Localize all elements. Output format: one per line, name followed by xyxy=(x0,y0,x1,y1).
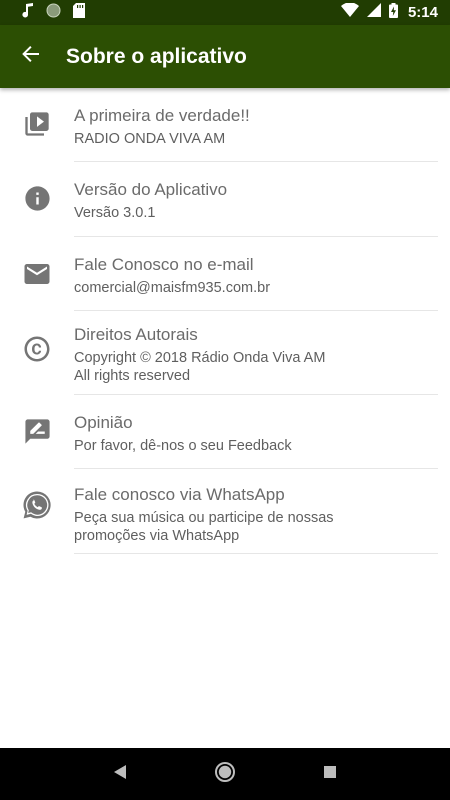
video-library-icon xyxy=(23,110,51,162)
signal-icon xyxy=(366,3,381,22)
item-title: Direitos Autorais xyxy=(74,325,198,344)
sd-card-icon xyxy=(73,2,85,23)
about-list: A primeira de verdade!! RADIO ONDA VIVA … xyxy=(0,88,450,554)
wifi-icon xyxy=(340,2,359,22)
status-left xyxy=(22,2,85,23)
whatsapp-icon xyxy=(21,489,53,554)
item-icon-wrap xyxy=(0,162,74,237)
item-subtitle: RADIO ONDA VIVA AM xyxy=(74,131,226,147)
item-subtitle: Versão 3.0.1 xyxy=(74,205,156,221)
copyright-icon xyxy=(22,334,52,395)
item-text: Direitos Autorais Copyright © 2018 Rádio… xyxy=(74,311,438,395)
email-icon xyxy=(22,259,52,311)
home-circle-icon[interactable] xyxy=(214,761,236,788)
item-subtitle: Copyright © 2018 Rádio Onda Viva AM All … xyxy=(74,350,326,384)
status-time: 5:14 xyxy=(407,4,438,21)
item-text: Opinião Por favor, dê-nos o seu Feedback xyxy=(74,395,438,469)
item-icon-wrap xyxy=(0,311,74,395)
back-triangle-icon[interactable] xyxy=(113,764,127,785)
app-bar: Sobre o aplicativo xyxy=(0,25,450,88)
back-button[interactable] xyxy=(0,25,62,88)
status-right: 5:14 xyxy=(340,2,438,23)
item-title: A primeira de verdade!! xyxy=(74,106,250,125)
item-text: A primeira de verdade!! RADIO ONDA VIVA … xyxy=(74,88,438,162)
info-icon xyxy=(23,184,52,237)
item-title: Fale Conosco no e-mail xyxy=(74,255,254,274)
battery-charging-icon xyxy=(388,2,398,23)
item-text: Versão do Aplicativo Versão 3.0.1 xyxy=(74,162,438,237)
item-text: Fale conosco via WhatsApp Peça sua músic… xyxy=(74,469,438,554)
status-bar: 5:14 xyxy=(0,0,450,25)
item-text: Fale Conosco no e-mail comercial@maisfm9… xyxy=(74,237,438,311)
list-item-version[interactable]: Versão do Aplicativo Versão 3.0.1 xyxy=(0,162,450,237)
item-subtitle: Peça sua música ou participe de nossas p… xyxy=(74,510,334,544)
item-icon-wrap xyxy=(0,469,74,554)
list-item-whatsapp[interactable]: Fale conosco via WhatsApp Peça sua músic… xyxy=(0,469,450,554)
item-icon-wrap xyxy=(0,395,74,469)
recents-square-icon[interactable] xyxy=(323,765,337,784)
item-title: Fale conosco via WhatsApp xyxy=(74,485,285,504)
item-subtitle: Por favor, dê-nos o seu Feedback xyxy=(74,438,292,454)
list-item-email[interactable]: Fale Conosco no e-mail comercial@maisfm9… xyxy=(0,237,450,311)
item-title: Versão do Aplicativo xyxy=(74,180,228,199)
music-note-icon xyxy=(22,2,34,23)
arrow-back-icon xyxy=(22,45,40,68)
navigation-bar xyxy=(0,748,450,800)
feedback-icon xyxy=(23,417,52,469)
item-icon-wrap xyxy=(0,237,74,311)
item-title: Opinião xyxy=(74,413,133,432)
page-title: Sobre o aplicativo xyxy=(66,44,247,68)
item-subtitle: comercial@maisfm935.com.br xyxy=(74,280,271,296)
list-item-feedback[interactable]: Opinião Por favor, dê-nos o seu Feedback xyxy=(0,395,450,469)
list-item-slogan[interactable]: A primeira de verdade!! RADIO ONDA VIVA … xyxy=(0,88,450,162)
item-icon-wrap xyxy=(0,88,74,162)
globe-icon xyxy=(46,3,61,23)
list-item-copyright[interactable]: Direitos Autorais Copyright © 2018 Rádio… xyxy=(0,311,450,395)
